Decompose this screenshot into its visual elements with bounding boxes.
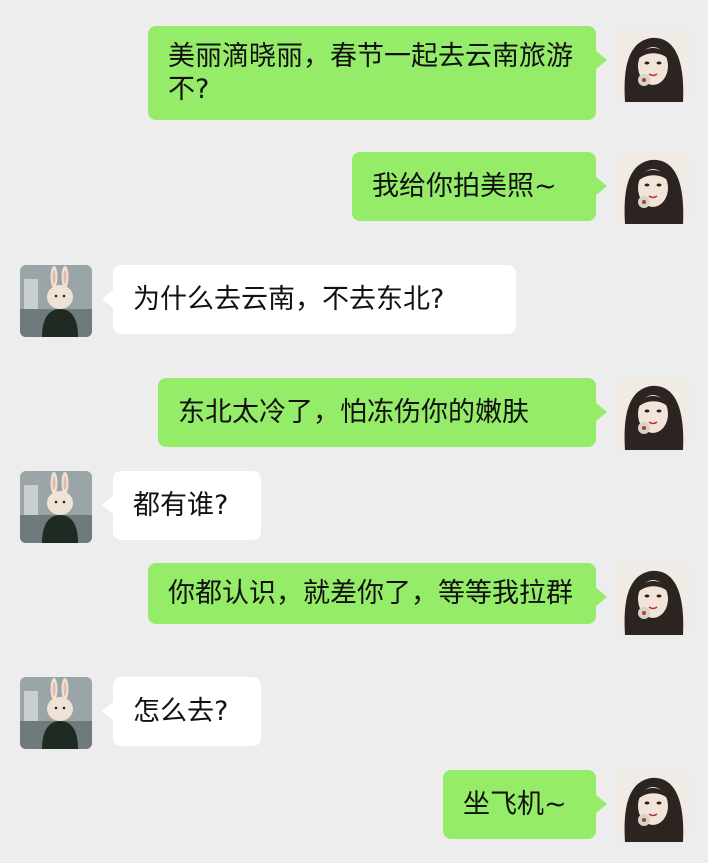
my-avatar[interactable] xyxy=(617,30,689,102)
rabbit-head-icon xyxy=(20,471,92,543)
message-bubble-received[interactable]: 都有谁? xyxy=(102,471,261,540)
my-avatar[interactable] xyxy=(617,152,689,224)
message-bubble-sent[interactable]: 你都认识，就差你了，等等我拉群 xyxy=(148,563,607,624)
my-avatar[interactable] xyxy=(617,770,689,842)
message-bubble-sent[interactable]: 美丽滴晓丽，春节一起去云南旅游不? xyxy=(148,26,607,120)
contact-avatar[interactable] xyxy=(20,471,92,543)
contact-avatar[interactable] xyxy=(20,265,92,337)
rabbit-head-icon xyxy=(20,677,92,749)
message-text: 你都认识，就差你了，等等我拉群 xyxy=(168,578,573,609)
message-text: 都有谁? xyxy=(133,490,229,521)
message-bubble-sent[interactable]: 坐飞机~ xyxy=(443,770,607,839)
message-bubble-received[interactable]: 为什么去云南，不去东北? xyxy=(102,265,516,334)
message-bubble-sent[interactable]: 我给你拍美照~ xyxy=(352,152,607,221)
message-bubble-received[interactable]: 怎么去? xyxy=(102,677,261,746)
chat-area: 美丽滴晓丽，春节一起去云南旅游不? 我给你拍美照~ 为什么去云南，不去东北? 东… xyxy=(0,0,708,863)
my-avatar[interactable] xyxy=(617,563,689,635)
message-bubble-sent[interactable]: 东北太冷了，怕冻伤你的嫩肤 xyxy=(158,378,607,447)
message-text: 坐飞机~ xyxy=(463,789,567,820)
woman-portrait-icon xyxy=(617,378,689,450)
woman-portrait-icon xyxy=(617,770,689,842)
message-text: 我给你拍美照~ xyxy=(372,171,557,202)
my-avatar[interactable] xyxy=(617,378,689,450)
message-text: 为什么去云南，不去东北? xyxy=(133,284,445,315)
message-text: 美丽滴晓丽，春节一起去云南旅游不? xyxy=(168,41,573,105)
woman-portrait-icon xyxy=(617,563,689,635)
woman-portrait-icon xyxy=(617,152,689,224)
woman-portrait-icon xyxy=(617,30,689,102)
message-text: 东北太冷了，怕冻伤你的嫩肤 xyxy=(178,397,529,428)
rabbit-head-icon xyxy=(20,265,92,337)
contact-avatar[interactable] xyxy=(20,677,92,749)
message-text: 怎么去? xyxy=(133,696,229,727)
